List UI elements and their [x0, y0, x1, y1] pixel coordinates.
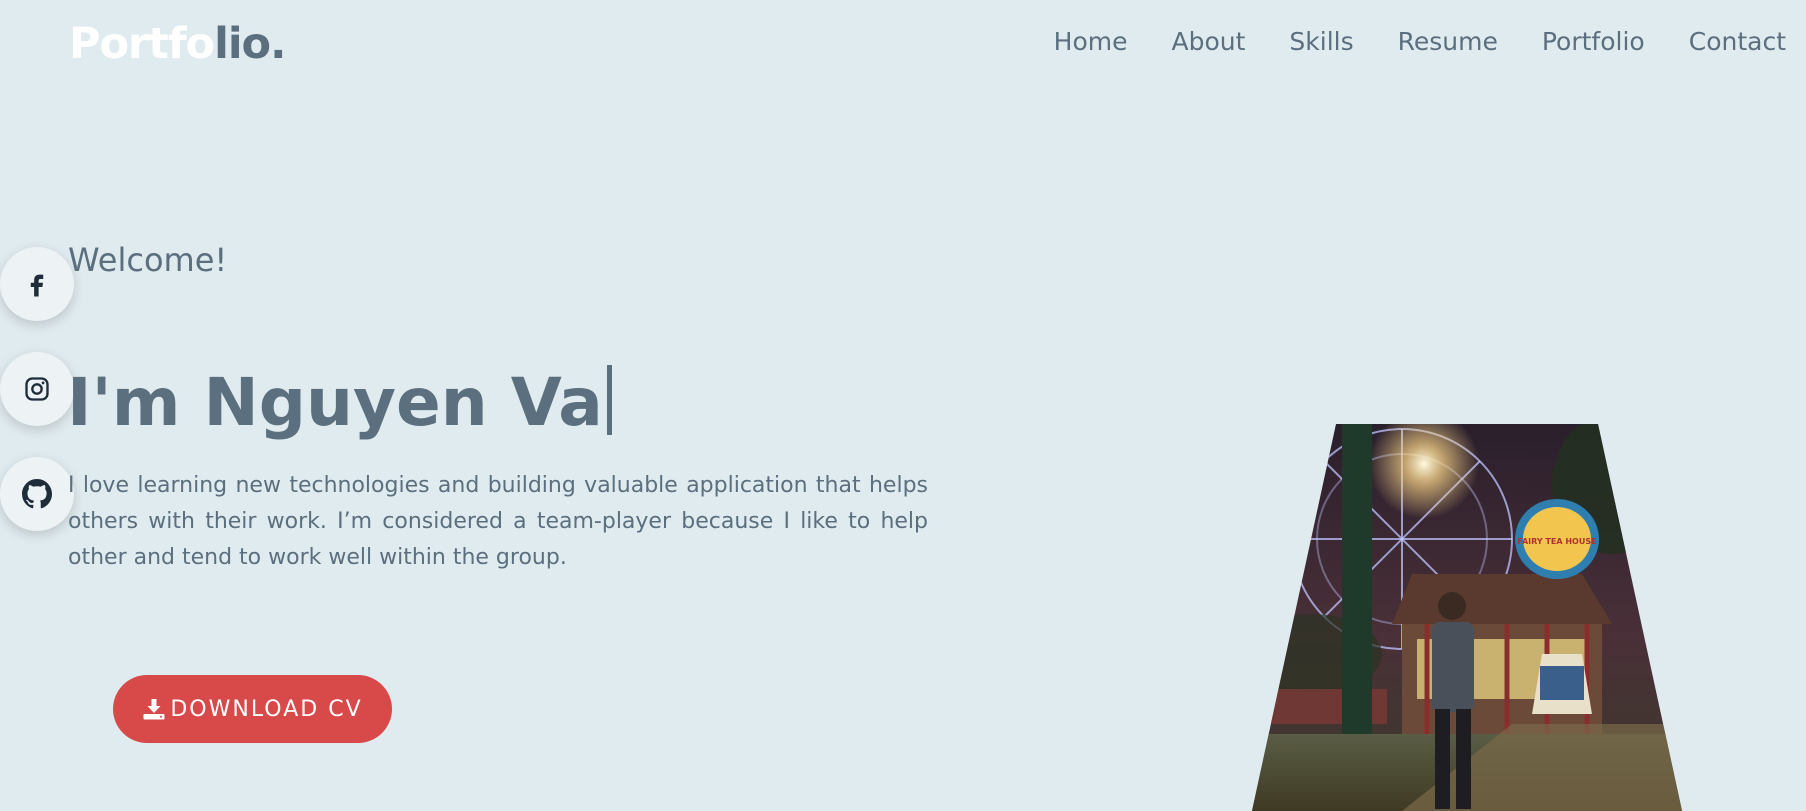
download-cv-label: DOWNLOAD CV [170, 696, 363, 722]
tea-house-sign: FAIRY TEA HOUSE [1517, 537, 1596, 546]
headline-text: I'm Nguyen Va [67, 364, 603, 441]
nav-skills[interactable]: Skills [1289, 22, 1353, 62]
typing-cursor [606, 365, 612, 435]
github-icon [22, 479, 52, 509]
download-icon [143, 699, 165, 720]
logo-text-secondary: lio. [214, 19, 286, 69]
profile-photo: FAIRY TEA HOUSE [1252, 424, 1682, 811]
nav-contact[interactable]: Contact [1689, 22, 1786, 62]
nav-resume[interactable]: Resume [1398, 22, 1498, 62]
site-logo[interactable]: Portfolio. [69, 16, 286, 72]
facebook-button[interactable] [0, 247, 74, 321]
welcome-text: Welcome! [68, 241, 228, 279]
nav-home[interactable]: Home [1054, 22, 1128, 62]
download-cv-button[interactable]: DOWNLOAD CV [113, 675, 392, 743]
main-nav: Home About Skills Resume Portfolio Conta… [1054, 22, 1786, 62]
github-button[interactable] [0, 457, 74, 531]
hero-headline: I'm Nguyen Va [67, 360, 612, 446]
intro-paragraph: I love learning new technologies and bui… [68, 473, 928, 570]
logo-text-primary: Portfo [69, 19, 215, 69]
instagram-button[interactable] [0, 352, 74, 426]
nav-about[interactable]: About [1172, 22, 1246, 62]
nav-portfolio[interactable]: Portfolio [1542, 22, 1645, 62]
facebook-icon [30, 274, 44, 297]
instagram-icon [25, 377, 49, 401]
